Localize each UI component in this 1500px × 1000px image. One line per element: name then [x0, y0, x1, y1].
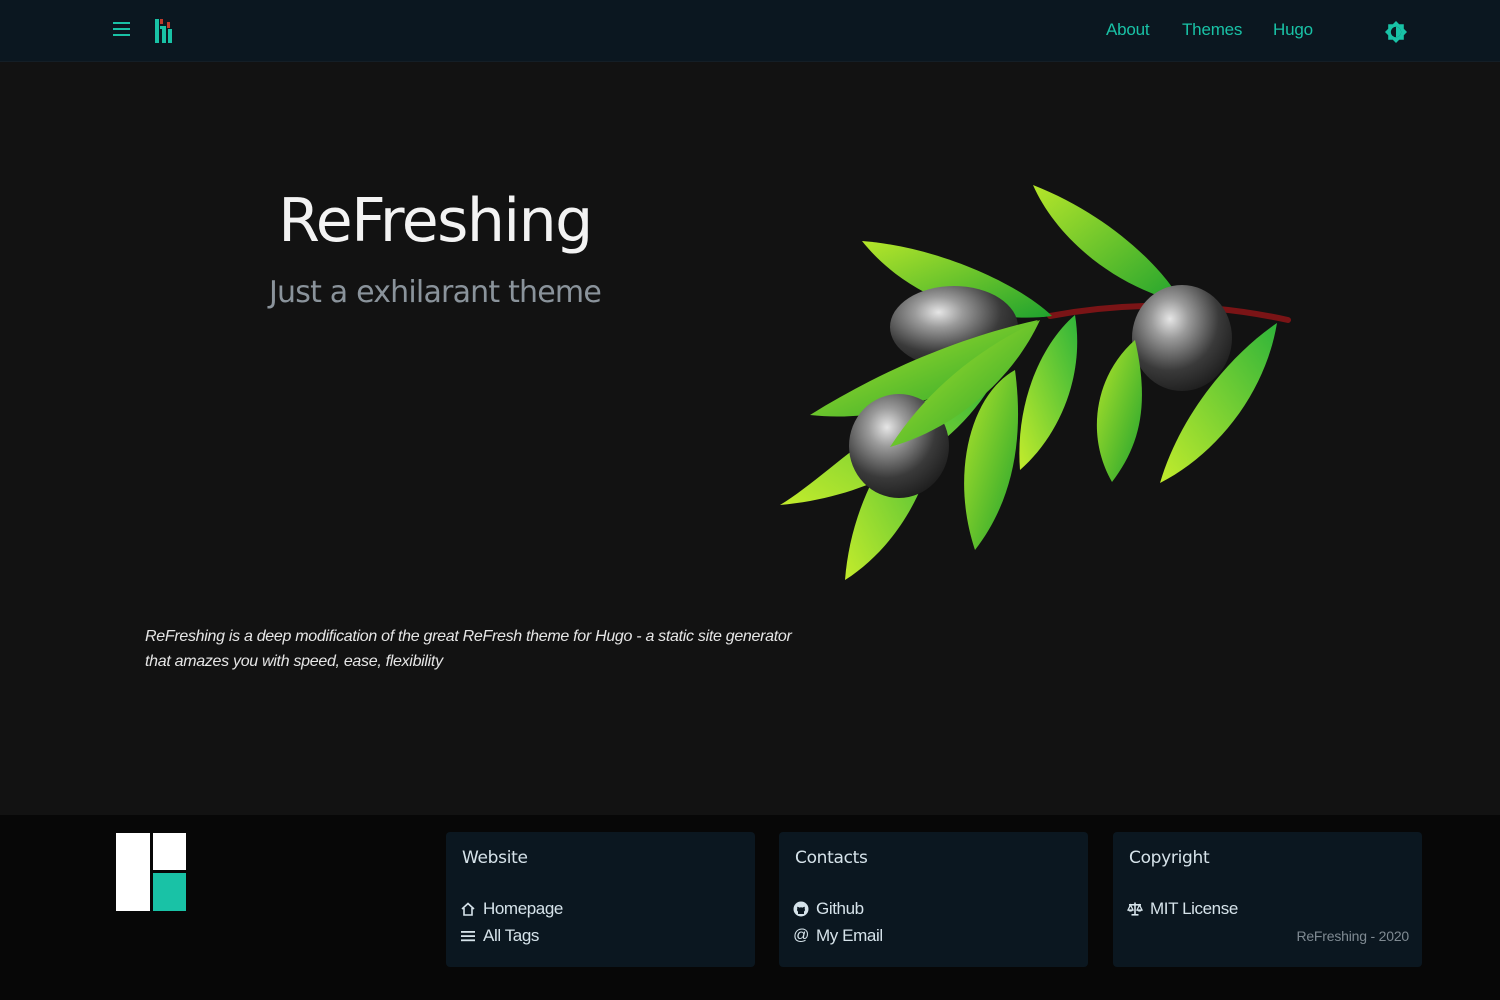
olive-branch-illustration — [780, 185, 1291, 580]
footer-card-title: Copyright — [1129, 848, 1210, 868]
footer-card-title: Website — [462, 848, 528, 868]
footer-link-email[interactable]: @ My Email — [793, 925, 883, 947]
footer-card-title: Contacts — [795, 848, 868, 868]
nav-link-about[interactable]: About — [1106, 20, 1150, 40]
footer-link-label: Homepage — [483, 899, 563, 918]
footer-card-website: Website Homepage All Tags — [446, 832, 755, 967]
footer-card-contacts: Contacts Github @ My Email — [779, 832, 1088, 967]
footer-link-github[interactable]: Github — [793, 898, 864, 920]
top-navbar: About Themes Hugo — [0, 0, 1500, 62]
footer-logo-icon — [116, 833, 186, 911]
footer-link-label: My Email — [816, 926, 883, 945]
hero-subtitle: Just a exhilarant theme — [268, 275, 602, 310]
footer-link-label: Github — [816, 899, 864, 918]
theme-toggle-icon[interactable] — [1384, 20, 1408, 44]
nav-link-hugo[interactable]: Hugo — [1273, 20, 1313, 40]
menu-icon[interactable] — [113, 22, 130, 38]
hero-title: ReFreshing — [278, 186, 593, 256]
footer-link-label: All Tags — [483, 926, 540, 945]
hero-description-line2: that amazes you with speed, ease, flexib… — [145, 653, 443, 670]
list-icon — [461, 931, 475, 942]
hero-description: ReFreshing is a deep modification of the… — [145, 624, 865, 674]
scale-icon — [1127, 902, 1143, 916]
footer-link-mit-license[interactable]: MIT License — [1127, 898, 1238, 920]
footer-card-copyright: Copyright MIT License ReFreshing - 2020 — [1113, 832, 1422, 967]
home-icon — [461, 902, 475, 916]
footer-link-all-tags[interactable]: All Tags — [460, 925, 539, 947]
footer-link-homepage[interactable]: Homepage — [460, 898, 563, 920]
footer-link-label: MIT License — [1150, 899, 1238, 918]
copyright-credit: ReFreshing - 2020 — [1296, 928, 1409, 944]
site-logo-icon[interactable] — [155, 18, 175, 44]
hero-description-line1: ReFreshing is a deep modification of the… — [145, 628, 792, 645]
nav-link-themes[interactable]: Themes — [1182, 20, 1242, 40]
at-icon: @ — [793, 927, 809, 944]
github-icon — [793, 901, 809, 917]
